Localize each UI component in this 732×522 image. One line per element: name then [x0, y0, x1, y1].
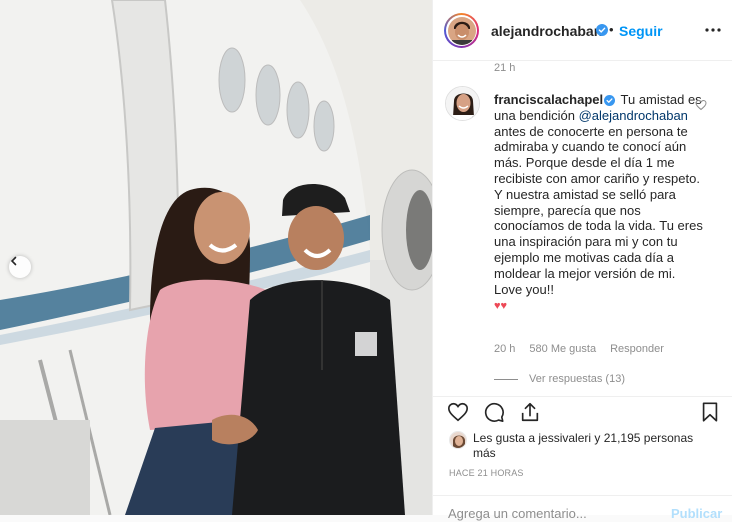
carousel-prev-button[interactable] [9, 256, 31, 278]
verified-badge-icon [596, 24, 608, 36]
add-comment-form: Publicar [433, 495, 732, 522]
author-avatar-image [447, 16, 476, 45]
liker-avatar[interactable] [449, 431, 467, 449]
comment-body: franciscalachapel Tu amistad es una bend… [494, 92, 706, 315]
verified-badge-icon [604, 95, 616, 106]
chevron-left-icon [10, 256, 17, 266]
photo-illustration [0, 0, 432, 515]
replies-divider-line [494, 378, 518, 380]
comment-likes-count[interactable]: 580 Me gusta [529, 343, 596, 355]
reply-button[interactable]: Responder [610, 343, 664, 355]
share-icon[interactable] [519, 401, 541, 423]
comment-text-rest: antes de conocerte en persona te admirab… [494, 123, 703, 297]
add-comment-input[interactable] [448, 504, 658, 522]
comment-time[interactable]: 20 h [494, 343, 515, 355]
heart-emoji: ♥♥ [494, 300, 508, 313]
avatar-portrait-icon [450, 432, 466, 448]
comment-meta: 20 h 580 Me gusta Responder [494, 343, 678, 355]
comment-author-avatar[interactable] [445, 86, 480, 121]
post-photo[interactable] [0, 0, 432, 515]
avatar-portrait-icon [447, 16, 476, 45]
previous-comment-time: 21 h [494, 62, 516, 74]
post-header: alejandrochaban • Seguir [433, 0, 732, 61]
likes-text[interactable]: Les gusta a jessivaleri y 21,195 persona… [473, 431, 703, 461]
author-avatar[interactable] [444, 13, 479, 48]
more-options-icon[interactable] [703, 20, 723, 40]
post-timestamp[interactable]: HACE 21 HORAS [449, 468, 524, 478]
comment-bubble-icon[interactable] [483, 401, 505, 423]
publish-button[interactable]: Publicar [671, 506, 722, 521]
instagram-post: alejandrochaban • Seguir 21 h franciscal… [0, 0, 732, 522]
view-replies-button[interactable]: Ver respuestas (13) [494, 373, 625, 385]
follow-button[interactable]: Seguir [619, 23, 663, 39]
comment-mention-link[interactable]: @alejandrochaban [579, 108, 688, 123]
action-bar [433, 396, 732, 426]
author-username[interactable]: alejandrochaban [491, 23, 602, 39]
view-replies-label: Ver respuestas (13) [529, 373, 625, 385]
post-details-panel: alejandrochaban • Seguir 21 h franciscal… [432, 0, 732, 522]
comment-username[interactable]: franciscalachapel [494, 92, 603, 107]
comments-list[interactable]: 21 h franciscalachapel Tu amistad es una… [433, 61, 732, 396]
separator-dot: • [609, 22, 614, 37]
author-avatar-frame [446, 15, 477, 46]
comment-like-heart-icon[interactable] [695, 99, 707, 111]
bookmark-icon[interactable] [699, 401, 721, 423]
like-heart-icon[interactable] [447, 401, 469, 423]
avatar-portrait-icon [446, 87, 479, 120]
